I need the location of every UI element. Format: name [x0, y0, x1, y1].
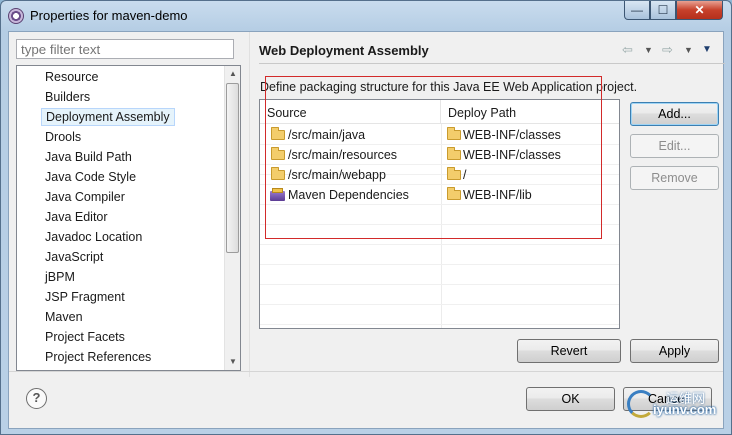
- apply-button[interactable]: Apply: [630, 339, 719, 363]
- table-header: ˆ Source Deploy Path: [260, 100, 619, 124]
- row-source: /src/main/resources: [288, 148, 398, 162]
- page-description: Define packaging structure for this Java…: [260, 80, 638, 94]
- scroll-thumb[interactable]: [226, 83, 239, 253]
- title-bar[interactable]: Properties for maven-demo — ☐ ✕: [1, 1, 731, 31]
- window-title: Properties for maven-demo: [30, 8, 188, 23]
- nav-item-resource[interactable]: Resource: [41, 68, 103, 86]
- help-icon[interactable]: ?: [26, 388, 47, 409]
- table-row: [260, 285, 619, 305]
- row-source: /src/main/java: [288, 128, 366, 142]
- row-source: /src/main/webapp: [288, 168, 386, 182]
- eclipse-icon: [8, 8, 24, 24]
- cancel-button[interactable]: Cancel: [623, 387, 712, 411]
- column-deploy-path-header[interactable]: Deploy Path: [441, 100, 619, 124]
- nav-item-java-code-style[interactable]: Java Code Style: [41, 168, 140, 186]
- filter-input[interactable]: [16, 39, 234, 59]
- back-arrow-icon[interactable]: ⇦: [622, 42, 633, 58]
- column-source-label: Source: [267, 106, 307, 120]
- table-row: [260, 225, 619, 245]
- nav-item-jsp-fragment[interactable]: JSP Fragment: [41, 288, 129, 306]
- properties-window: Properties for maven-demo — ☐ ✕ Resource…: [0, 0, 732, 435]
- row-source: Maven Dependencies: [288, 188, 409, 202]
- forward-dropdown-icon[interactable]: ▼: [684, 45, 693, 55]
- edit-button[interactable]: Edit...: [630, 134, 719, 158]
- forward-arrow-icon[interactable]: ⇨: [662, 42, 673, 58]
- dialog-body: Resource Builders Deployment Assembly Dr…: [8, 31, 725, 429]
- view-menu-icon[interactable]: ▼: [702, 44, 712, 55]
- nav-item-java-editor[interactable]: Java Editor: [41, 208, 112, 226]
- row-deploy-path: WEB-INF/classes: [463, 128, 561, 142]
- folder-icon: [447, 187, 461, 200]
- scroll-down-icon[interactable]: ▼: [225, 354, 240, 370]
- nav-item-javascript[interactable]: JavaScript: [41, 248, 107, 266]
- page-title: Web Deployment Assembly: [259, 43, 429, 58]
- tree-scrollbar[interactable]: ▲ ▼: [224, 66, 240, 370]
- nav-item-maven[interactable]: Maven: [41, 308, 87, 326]
- nav-item-java-build-path[interactable]: Java Build Path: [41, 148, 136, 166]
- folder-icon: [447, 147, 461, 160]
- nav-item-jbpm[interactable]: jBPM: [41, 268, 79, 286]
- remove-button[interactable]: Remove: [630, 166, 719, 190]
- table-row[interactable]: Maven Dependencies WEB-INF/lib: [260, 185, 619, 205]
- revert-button[interactable]: Revert: [517, 339, 621, 363]
- back-dropdown-icon[interactable]: ▼: [644, 45, 653, 55]
- row-deploy-path: WEB-INF/lib: [463, 188, 532, 202]
- folder-icon: [271, 127, 285, 140]
- table-row: [260, 265, 619, 285]
- folder-icon: [271, 147, 285, 160]
- close-button[interactable]: ✕: [676, 1, 723, 20]
- deployment-table: ˆ Source Deploy Path /src/main/java WEB-…: [259, 99, 620, 329]
- pane-divider[interactable]: [249, 32, 250, 377]
- row-deploy-path: /: [463, 168, 467, 182]
- add-button[interactable]: Add...: [630, 102, 719, 126]
- nav-item-deployment-assembly[interactable]: Deployment Assembly: [41, 108, 175, 126]
- table-row: [260, 205, 619, 225]
- nav-item-builders[interactable]: Builders: [41, 88, 94, 106]
- title-separator: [259, 63, 725, 64]
- column-source-header[interactable]: ˆ Source: [260, 100, 441, 124]
- column-deploy-path-label: Deploy Path: [448, 106, 517, 120]
- sort-ascending-icon: ˆ: [348, 99, 352, 109]
- scroll-up-icon[interactable]: ▲: [225, 66, 240, 82]
- nav-item-drools[interactable]: Drools: [41, 128, 85, 146]
- table-row: [260, 305, 619, 325]
- category-tree: Resource Builders Deployment Assembly Dr…: [16, 65, 241, 371]
- button-bar-separator: [9, 371, 723, 372]
- minimize-button[interactable]: —: [624, 1, 650, 20]
- table-row[interactable]: /src/main/webapp /: [260, 165, 619, 185]
- nav-item-java-compiler[interactable]: Java Compiler: [41, 188, 129, 206]
- folder-icon: [271, 167, 285, 180]
- folder-icon: [447, 127, 461, 140]
- nav-item-javadoc-location[interactable]: Javadoc Location: [41, 228, 146, 246]
- library-icon: [270, 188, 285, 202]
- table-row: [260, 245, 619, 265]
- table-row[interactable]: /src/main/java WEB-INF/classes: [260, 125, 619, 145]
- folder-icon: [447, 167, 461, 180]
- table-row[interactable]: /src/main/resources WEB-INF/classes: [260, 145, 619, 165]
- ok-button[interactable]: OK: [526, 387, 615, 411]
- nav-item-project-facets[interactable]: Project Facets: [41, 328, 129, 346]
- nav-item-project-references[interactable]: Project References: [41, 348, 155, 366]
- row-deploy-path: WEB-INF/classes: [463, 148, 561, 162]
- maximize-button[interactable]: ☐: [650, 1, 676, 20]
